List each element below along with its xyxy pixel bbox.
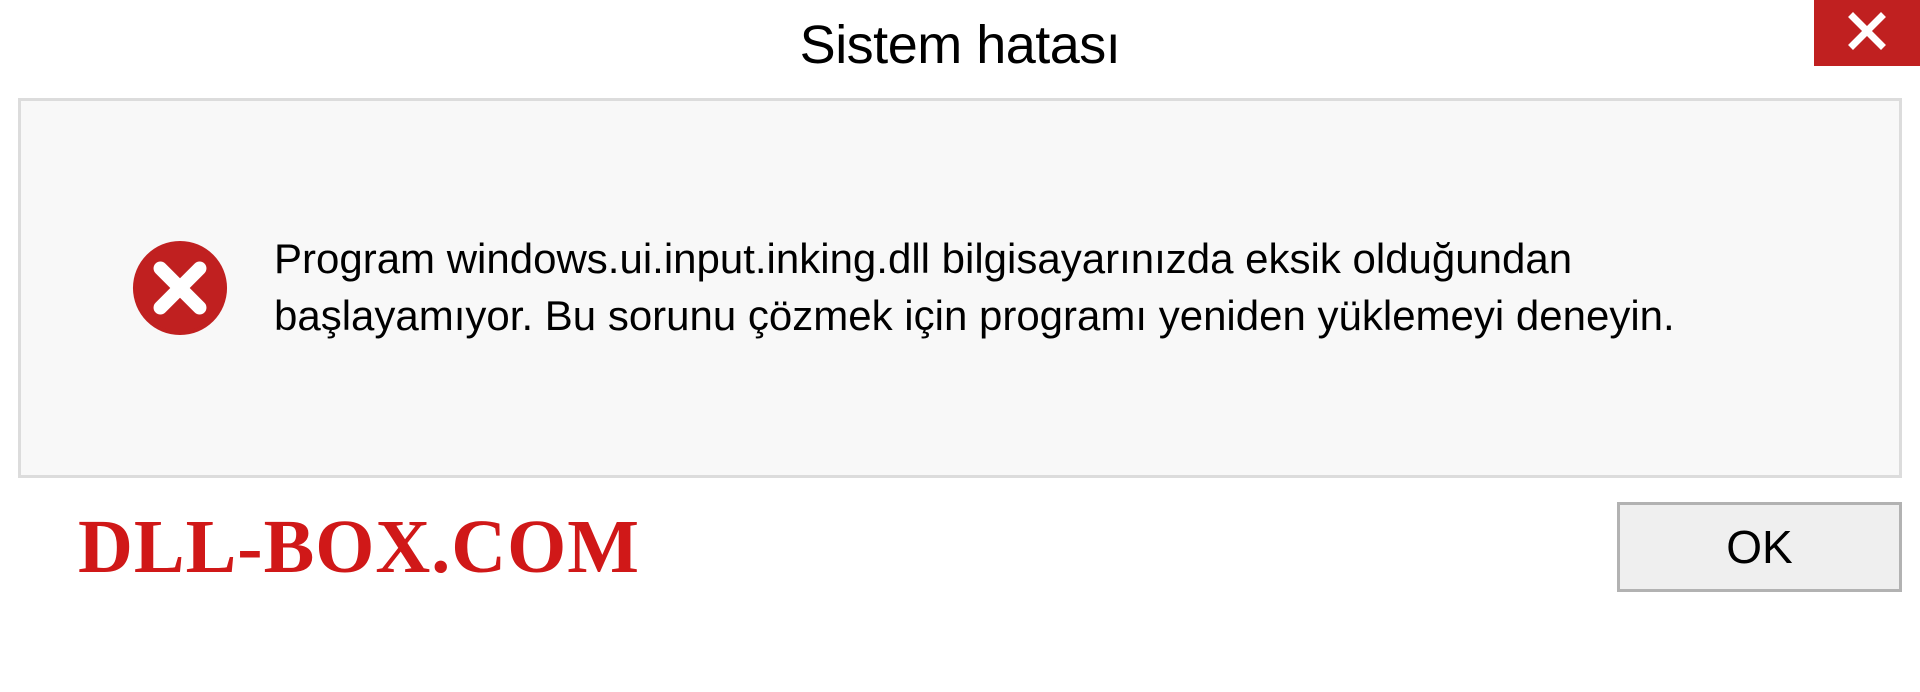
dialog-title: Sistem hatası — [800, 14, 1121, 76]
dialog-footer: DLL-BOX.COM OK — [18, 502, 1902, 592]
titlebar: Sistem hatası — [0, 0, 1920, 90]
error-icon — [131, 239, 229, 337]
ok-button[interactable]: OK — [1617, 502, 1902, 592]
dialog-content: Program windows.ui.input.inking.dll bilg… — [18, 98, 1902, 478]
error-message: Program windows.ui.input.inking.dll bilg… — [274, 231, 1799, 344]
watermark-text: DLL-BOX.COM — [78, 504, 640, 591]
ok-button-label: OK — [1726, 520, 1792, 574]
close-button[interactable] — [1814, 0, 1920, 66]
close-icon — [1847, 11, 1887, 56]
